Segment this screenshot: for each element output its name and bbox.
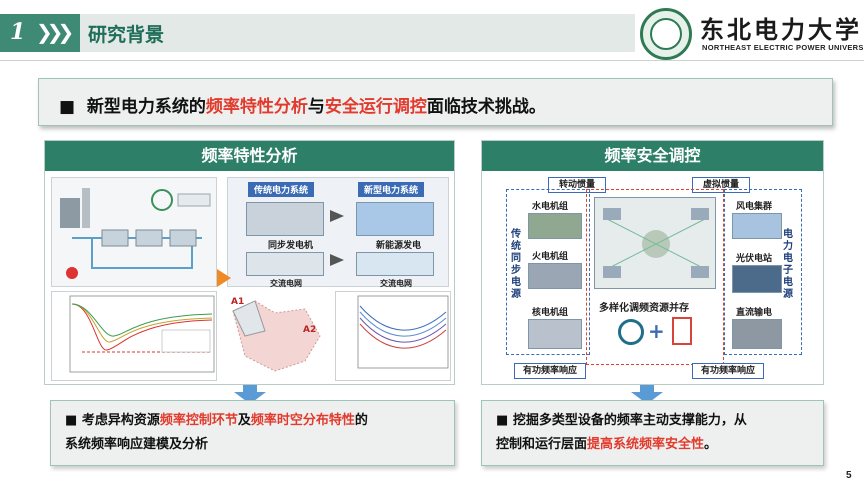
schematic-diagram bbox=[60, 188, 211, 279]
traditional-sync-source-label: 传统同步电源 bbox=[511, 229, 521, 300]
summary-part: 及 bbox=[237, 413, 251, 428]
hydro-image bbox=[528, 213, 582, 239]
power-electronic-source-label: 电力电子电源 bbox=[783, 229, 793, 300]
thermal-unit-label: 火电机组 bbox=[532, 252, 569, 262]
frequency-curve-plot bbox=[69, 295, 215, 373]
power-system-schematic bbox=[51, 177, 217, 287]
wind-image bbox=[732, 213, 782, 239]
area-map-figure: A1 A2 bbox=[225, 291, 325, 381]
ac-grid-label: 交流电网 bbox=[270, 279, 302, 288]
sync-generator-image bbox=[246, 202, 324, 236]
summary-part: 系统频率响应建模及分析 bbox=[65, 437, 209, 452]
logo-inner bbox=[650, 18, 682, 50]
area-a1-label: A1 bbox=[231, 297, 245, 307]
banner-part: 与 bbox=[307, 97, 325, 117]
summary-highlight: 频率控制环节 bbox=[159, 413, 238, 428]
section-number-box: 1 ❯❯❯ bbox=[0, 14, 80, 52]
orange-arrow-icon bbox=[217, 269, 231, 287]
modeling-summary-box: ■ 考虑异构资源频率控制环节及频率时空分布特性的 系统频率响应建模及分析 bbox=[50, 400, 455, 466]
summary-part: 控制和运行层面 bbox=[496, 437, 588, 452]
university-logo-icon bbox=[640, 8, 692, 60]
area-a2-label: A2 bbox=[303, 325, 317, 335]
summary-highlight: 频率时空分布特性 bbox=[250, 413, 355, 428]
nuclear-image bbox=[528, 319, 582, 349]
summary-part: 考虑异构资源 bbox=[81, 413, 160, 428]
arrow-right-icon bbox=[330, 210, 344, 222]
pv-image bbox=[732, 265, 782, 293]
hydro-unit-label: 水电机组 bbox=[532, 202, 569, 212]
modeling-summary-text: ■ 考虑异构资源频率控制环节及频率时空分布特性的 系统频率响应建模及分析 bbox=[65, 409, 368, 457]
new-energy-label: 新能源发电 bbox=[376, 241, 422, 251]
summary-part: 。 bbox=[704, 437, 718, 452]
summary-highlight: 提高系统频率安全性 bbox=[587, 437, 705, 452]
hvdc-label: 直流输电 bbox=[736, 308, 773, 318]
banner-highlight: 安全运行调控 bbox=[324, 97, 427, 117]
chevron-right-icon: ❯❯❯ bbox=[36, 20, 74, 44]
frequency-analysis-panel: 频率特性分析 传统电力系统 新型电力系统 同步发电机 新能源发电 交流电网 交流… bbox=[44, 140, 455, 385]
multi-area-frequency-chart bbox=[335, 291, 451, 381]
diverse-resources-label: 多样化调频资源并存 bbox=[599, 303, 689, 314]
control-summary-text: ■ 挖掘多类型设备的频率主动支撑能力，从 控制和运行层面提高系统频率安全性。 bbox=[496, 409, 747, 457]
wind-cluster-label: 风电集群 bbox=[736, 202, 773, 212]
summary-part: 挖掘多类型设备的频率主动支撑能力，从 bbox=[512, 413, 747, 428]
bullet-icon: ■ bbox=[65, 413, 78, 428]
panel-title: 频率特性分析 bbox=[45, 141, 454, 171]
control-summary-box: ■ 挖掘多类型设备的频率主动支撑能力，从 控制和运行层面提高系统频率安全性。 bbox=[481, 400, 824, 466]
arrow-right-icon bbox=[330, 254, 344, 266]
network-illustration bbox=[603, 208, 709, 278]
section-title: 研究背景 bbox=[88, 24, 165, 46]
resource-network-image bbox=[594, 197, 716, 289]
thermal-image bbox=[528, 263, 582, 289]
slide-header: 1 ❯❯❯ 研究背景 东北电力大学 NORTHEAST ELECTRIC POW… bbox=[0, 8, 864, 60]
bullet-icon: ■ bbox=[496, 413, 509, 428]
frequency-response-chart bbox=[51, 291, 217, 381]
frequency-control-panel: 频率安全调控 转动惯量 虚拟惯量 传统同步电源 电力电子电源 水电机组 火电机组… bbox=[481, 140, 824, 385]
wind-farm-image bbox=[356, 202, 434, 236]
plus-icon: + bbox=[648, 319, 665, 343]
page-number: 5 bbox=[846, 470, 852, 481]
ac-grid-new-label: 交流电网 bbox=[380, 279, 412, 288]
university-name-cn: 东北电力大学 bbox=[700, 15, 862, 44]
summary-part: 的 bbox=[354, 413, 368, 428]
grid-icon bbox=[618, 319, 644, 345]
challenge-banner: ■ 新型电力系统的频率特性分析与安全运行调控面临技术挑战。 bbox=[38, 78, 833, 126]
new-system-label: 新型电力系统 bbox=[358, 182, 425, 197]
multi-curve-plot bbox=[357, 295, 449, 369]
banner-highlight: 频率特性分析 bbox=[205, 97, 308, 117]
banner-part: 面临技术挑战。 bbox=[426, 97, 546, 117]
traditional-system-label: 传统电力系统 bbox=[248, 182, 315, 197]
hvdc-image bbox=[732, 319, 782, 349]
nuclear-unit-label: 核电机组 bbox=[532, 308, 569, 318]
sync-generator-label: 同步发电机 bbox=[268, 241, 314, 251]
section-number: 1 bbox=[10, 19, 26, 45]
banner-text: ■ 新型电力系统的频率特性分析与安全运行调控面临技术挑战。 bbox=[59, 92, 546, 117]
pv-station-label: 光伏电站 bbox=[736, 254, 773, 264]
bullet-icon: ■ bbox=[59, 97, 76, 117]
panel-title: 频率安全调控 bbox=[482, 141, 823, 171]
active-freq-response-left: 有功频率响应 bbox=[514, 363, 586, 379]
ac-grid-image bbox=[246, 252, 324, 276]
banner-part: 新型电力系统的 bbox=[86, 97, 206, 117]
university-name-en: NORTHEAST ELECTRIC POWER UNIVERSITY bbox=[702, 43, 864, 52]
system-comparison-figure: 传统电力系统 新型电力系统 同步发电机 新能源发电 交流电网 交流电网 bbox=[227, 177, 449, 288]
active-freq-response-right: 有功频率响应 bbox=[692, 363, 764, 379]
converter-icon bbox=[672, 317, 692, 345]
ac-grid-new-image bbox=[356, 252, 434, 276]
header-divider bbox=[0, 60, 864, 61]
